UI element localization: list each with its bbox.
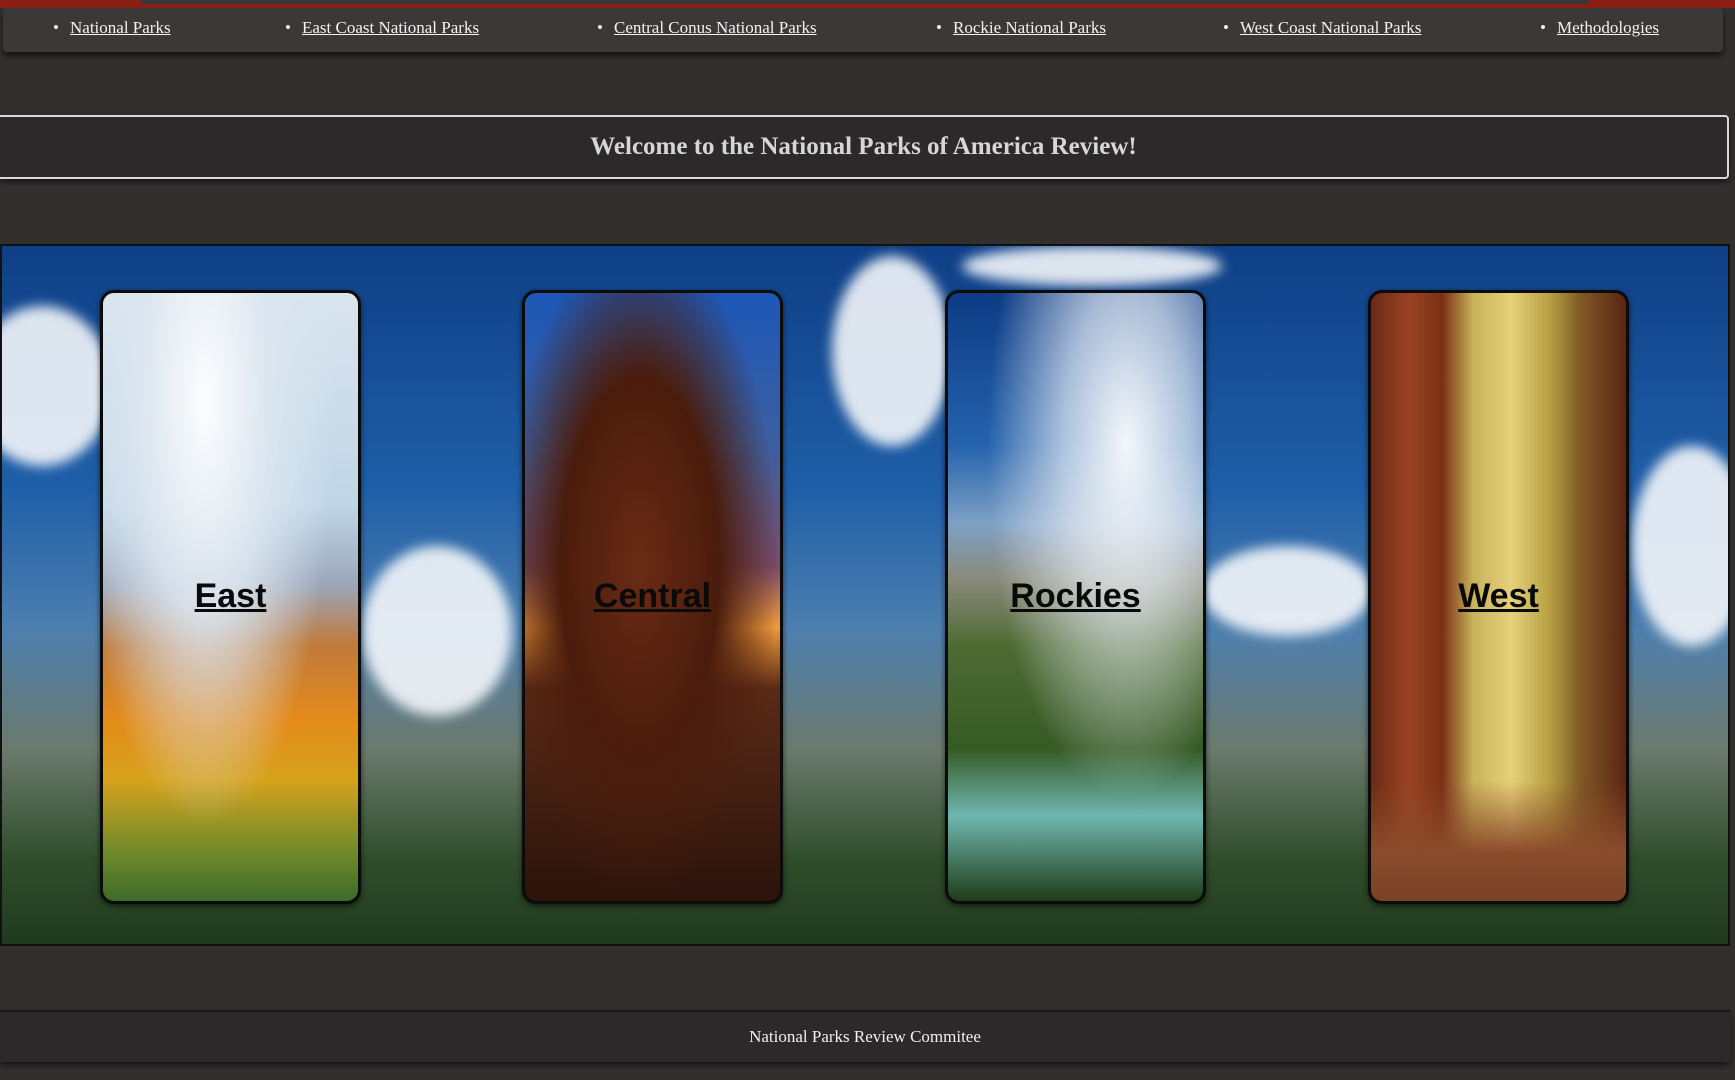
nav-item-methodologies: Methodologies bbox=[1540, 18, 1659, 38]
page-title: Welcome to the National Parks of America… bbox=[590, 133, 1137, 160]
region-card-east[interactable]: East bbox=[100, 290, 361, 904]
hero-cloud bbox=[962, 246, 1222, 286]
main-nav: National Parks East Coast National Parks… bbox=[3, 8, 1723, 52]
region-card-rockies-label[interactable]: Rockies bbox=[948, 577, 1203, 616]
page-footer: National Parks Review Commitee bbox=[0, 1010, 1730, 1062]
nav-item-central-conus: Central Conus National Parks bbox=[597, 18, 817, 38]
hero-cloud bbox=[1632, 446, 1728, 646]
nav-link-west-coast[interactable]: West Coast National Parks bbox=[1240, 18, 1421, 37]
nav-link-central-conus[interactable]: Central Conus National Parks bbox=[614, 18, 817, 37]
region-card-west[interactable]: West bbox=[1368, 290, 1629, 904]
hero-cloud bbox=[362, 546, 512, 716]
region-card-rockies[interactable]: Rockies bbox=[945, 290, 1206, 904]
nav-item-east-coast: East Coast National Parks bbox=[285, 18, 479, 38]
hero-cloud bbox=[832, 256, 952, 446]
region-card-central-label[interactable]: Central bbox=[525, 577, 780, 616]
nav-link-rockie[interactable]: Rockie National Parks bbox=[953, 18, 1106, 37]
hero-cloud bbox=[2, 306, 112, 466]
nav-item-national-parks: National Parks bbox=[53, 18, 171, 38]
region-card-west-label[interactable]: West bbox=[1371, 577, 1626, 616]
nav-link-national-parks[interactable]: National Parks bbox=[70, 18, 171, 37]
hero-banner: East Central Rockies West bbox=[0, 244, 1730, 946]
top-accent-bar bbox=[0, 0, 1735, 8]
welcome-banner: Welcome to the National Parks of America… bbox=[0, 115, 1729, 179]
nav-item-west-coast: West Coast National Parks bbox=[1223, 18, 1421, 38]
region-card-east-label[interactable]: East bbox=[103, 577, 358, 616]
nav-link-methodologies[interactable]: Methodologies bbox=[1557, 18, 1659, 37]
nav-item-rockie: Rockie National Parks bbox=[936, 18, 1106, 38]
top-accent-inner bbox=[140, 0, 1590, 4]
footer-text: National Parks Review Commitee bbox=[749, 1027, 981, 1046]
hero-cloud bbox=[1202, 546, 1372, 636]
region-card-central[interactable]: Central bbox=[522, 290, 783, 904]
nav-link-east-coast[interactable]: East Coast National Parks bbox=[302, 18, 479, 37]
